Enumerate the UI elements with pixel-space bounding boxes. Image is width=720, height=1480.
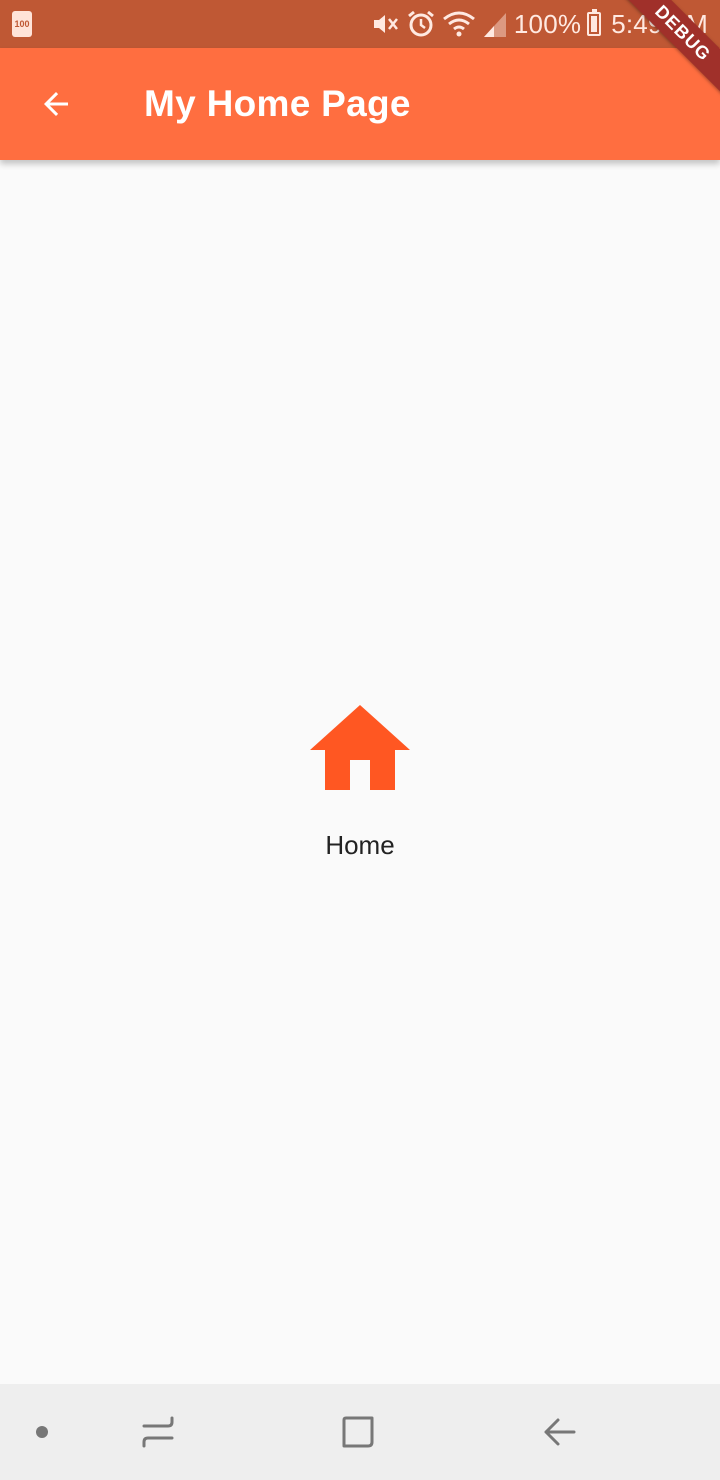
- recents-icon: [142, 1416, 174, 1448]
- navigation-bar: [0, 1384, 720, 1480]
- status-left: 100: [12, 11, 32, 37]
- battery-icon: [587, 9, 602, 36]
- nav-back-button[interactable]: [530, 1384, 590, 1480]
- page-title: My Home Page: [144, 83, 411, 124]
- battery-notification-icon: 100: [12, 11, 32, 37]
- arrow-back-icon: [44, 92, 68, 116]
- home-square-icon: [342, 1416, 374, 1448]
- back-icon: [544, 1418, 576, 1446]
- dot-indicator-icon: [36, 1426, 48, 1438]
- status-bar: 100 100% 5:49: [0, 0, 720, 48]
- mute-icon: [370, 9, 400, 39]
- nav-recents-button[interactable]: [130, 1384, 186, 1480]
- alarm-icon: [406, 9, 436, 39]
- back-button[interactable]: [28, 76, 84, 132]
- nav-home-button[interactable]: [330, 1384, 386, 1480]
- home-icon: [310, 705, 410, 790]
- screen: 100 100% 5:49 My Home Page DEBUG Home: [0, 0, 720, 1480]
- app-bar: My Home Page: [0, 48, 720, 160]
- home-label: Home: [325, 830, 395, 860]
- battery-notification-text: 100: [14, 19, 30, 29]
- wifi-icon: [442, 9, 476, 39]
- signal-icon: [482, 9, 508, 39]
- battery-percent: 100%: [513, 8, 582, 39]
- nav-dot-indicator[interactable]: [20, 1384, 64, 1480]
- home-content: Home: [0, 690, 720, 861]
